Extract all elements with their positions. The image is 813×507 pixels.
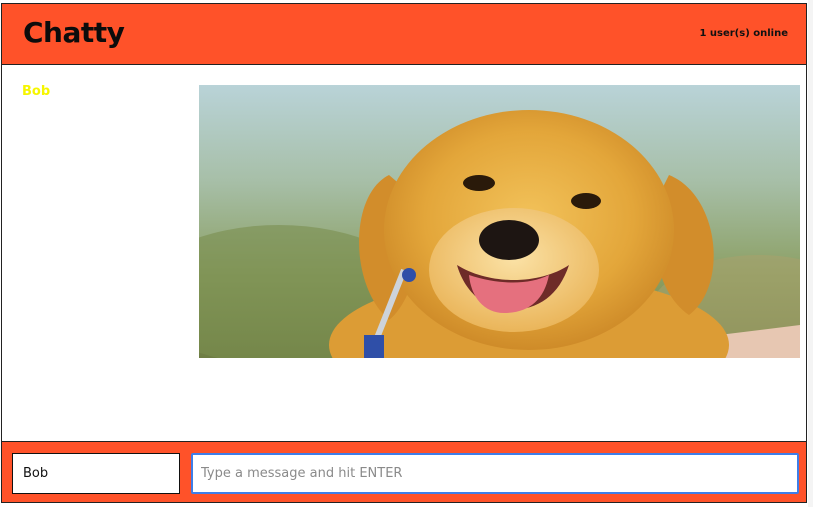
- online-users-count: 1 user(s) online: [699, 28, 788, 39]
- username-input[interactable]: [12, 453, 180, 494]
- background-page-edge: [808, 0, 813, 507]
- message-image: [199, 85, 800, 358]
- puppy-image: [199, 85, 800, 358]
- message-input[interactable]: [191, 453, 799, 494]
- navbar: Chatty 1 user(s) online: [2, 4, 806, 65]
- app-title[interactable]: Chatty: [23, 16, 125, 49]
- composer-bar: [2, 441, 806, 502]
- message-list[interactable]: Bob: [2, 65, 806, 441]
- chat-app: Chatty 1 user(s) online Bob: [1, 3, 807, 503]
- message-username: Bob: [22, 84, 51, 99]
